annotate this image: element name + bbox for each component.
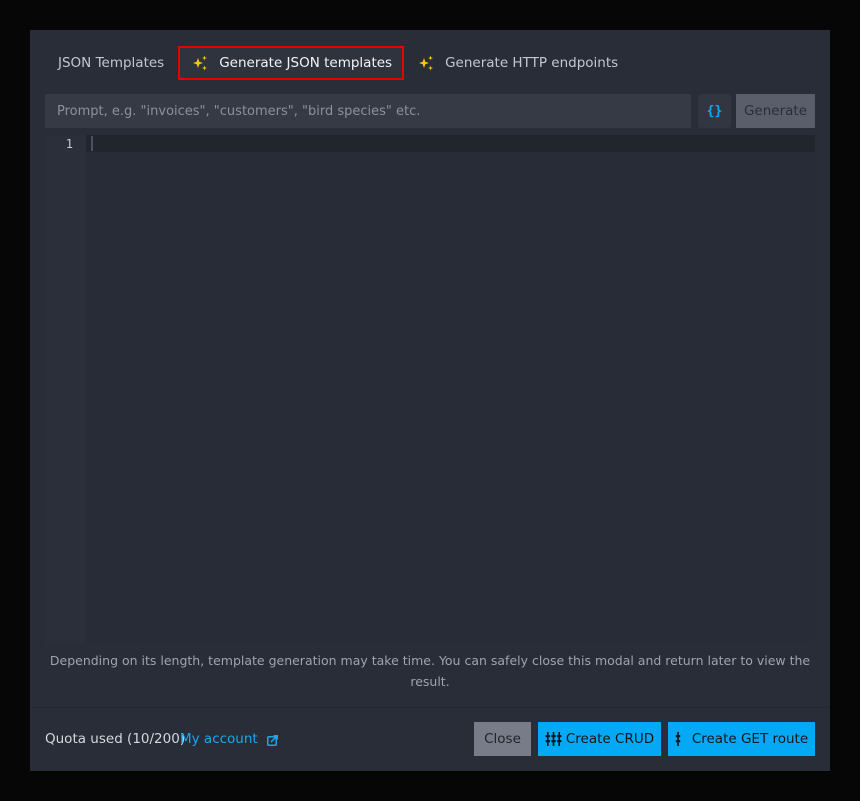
tab-generate-json-templates[interactable]: Generate JSON templates	[178, 46, 405, 80]
tab-label: Generate JSON templates	[219, 55, 393, 71]
tab-label: JSON Templates	[58, 55, 165, 71]
tab-bar: JSON Templates Generate JSON templates G…	[45, 46, 631, 80]
generation-notice: Depending on its length, template genera…	[49, 653, 811, 689]
get-route-icon	[675, 732, 681, 746]
create-crud-button-label: Create CRUD	[565, 731, 655, 747]
crud-routes-icon	[545, 732, 562, 746]
create-get-route-button-label: Create GET route	[691, 731, 809, 747]
generate-templates-modal: JSON Templates Generate JSON templates G…	[30, 30, 830, 771]
code-area[interactable]	[86, 135, 815, 643]
sparkles-icon	[419, 55, 434, 71]
active-line-highlight	[86, 135, 815, 152]
generate-button[interactable]: Generate	[736, 94, 815, 128]
modal-footer: Quota used (10/200) My account Close Cre…	[45, 722, 815, 756]
close-button-label: Close	[484, 731, 521, 747]
external-link-icon	[266, 734, 278, 746]
tab-json-templates[interactable]: JSON Templates	[45, 46, 178, 80]
line-number-gutter: 1	[45, 135, 86, 643]
create-crud-button[interactable]: Create CRUD	[538, 722, 661, 756]
prompt-input[interactable]	[45, 94, 691, 128]
tab-generate-http-endpoints[interactable]: Generate HTTP endpoints	[404, 46, 631, 80]
generate-button-label: Generate	[743, 103, 808, 119]
json-format-toggle-button[interactable]: {}	[698, 94, 731, 128]
quota-label: Quota used (10/200)	[45, 731, 186, 747]
tab-label: Generate HTTP endpoints	[445, 55, 619, 71]
sparkles-icon	[193, 55, 208, 71]
footer-divider	[30, 707, 830, 708]
line-number: 1	[65, 137, 73, 151]
prompt-row: {} Generate	[45, 94, 815, 128]
text-cursor	[91, 136, 93, 151]
json-editor[interactable]: 1	[45, 135, 815, 643]
my-account-link-label: My account	[180, 731, 258, 747]
curly-braces-icon: {}	[706, 103, 723, 119]
my-account-link[interactable]: My account	[180, 722, 278, 756]
create-get-route-button[interactable]: Create GET route	[668, 722, 815, 756]
close-button[interactable]: Close	[474, 722, 531, 756]
